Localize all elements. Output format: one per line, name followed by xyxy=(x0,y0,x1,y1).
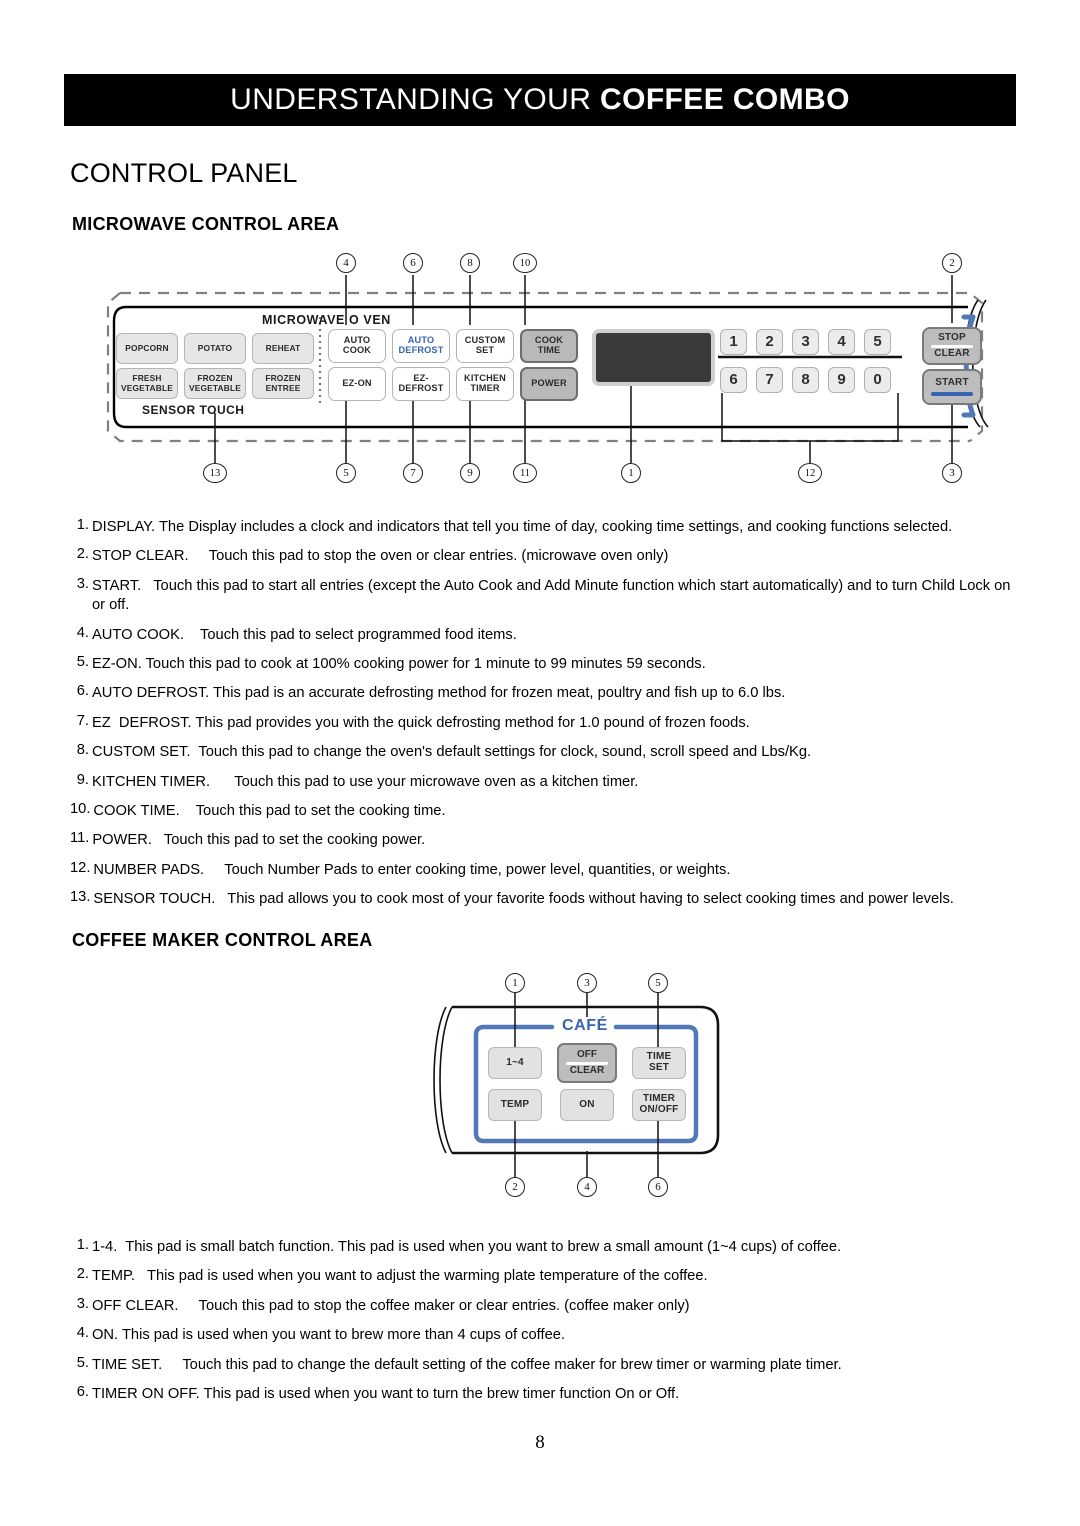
list-item: 5. TIME SET. Touch this pad to change the… xyxy=(76,1354,842,1373)
microwave-oven-panel-title: MICROWAVE O VEN xyxy=(262,313,391,327)
callout-6: 6 xyxy=(403,253,423,273)
button-custom-set[interactable]: CUSTOM SET xyxy=(456,329,514,363)
numpad-6[interactable]: 6 xyxy=(720,367,747,393)
list-item: 8. CUSTOM SET. Touch this pad to change t… xyxy=(76,742,812,761)
list-item: 2. STOP CLEAR. Touch this pad to stop the… xyxy=(76,546,669,565)
page-number: 8 xyxy=(535,1432,545,1453)
page-title: UNDERSTANDING YOUR COFFEE COMBO xyxy=(230,83,850,117)
callout-coffee-1: 1 xyxy=(505,973,525,993)
callout-9: 9 xyxy=(460,463,480,483)
list-item: 4. AUTO COOK. Touch this pad to select pr… xyxy=(76,624,517,643)
callout-7: 7 xyxy=(403,463,423,483)
list-item: 5. EZ-ON. Touch this pad to cook at 100% … xyxy=(76,654,706,673)
button-time-set[interactable]: TIME SET xyxy=(632,1047,686,1079)
button-reheat[interactable]: REHEAT xyxy=(252,333,314,364)
list-item: 6. AUTO DEFROST. This pad is an accurate … xyxy=(76,683,786,702)
button-stop-clear[interactable]: STOP CLEAR xyxy=(922,327,982,365)
section-heading-control-panel: CONTROL PANEL xyxy=(70,158,298,188)
callout-coffee-4: 4 xyxy=(577,1177,597,1197)
numpad-4[interactable]: 4 xyxy=(828,329,855,355)
numpad-1[interactable]: 1 xyxy=(720,329,747,355)
callout-10: 10 xyxy=(513,253,537,273)
cafe-brand-label: CAFÉ xyxy=(557,1017,613,1035)
list-item: 4. ON. This pad is used when you want to … xyxy=(76,1325,565,1344)
coffee-maker-control-panel-diagram: CAFÉ 1~4 OFF CLEAR. OFF CLEAR TIME SET T… xyxy=(400,955,800,1215)
numpad-5[interactable]: 5 xyxy=(864,329,891,355)
callout-1: 1 xyxy=(621,463,641,483)
microwave-control-panel-diagram: MICROWAVE O VEN POPCORN POTATO REHEAT FR… xyxy=(80,245,1000,500)
list-item: 6. TIMER ON OFF. This pad is used when yo… xyxy=(76,1384,680,1403)
coffee-feature-list: 1. 1-4. This pad is small batch function.… xyxy=(70,1237,1015,1414)
numpad-9[interactable]: 9 xyxy=(828,367,855,393)
numpad-2[interactable]: 2 xyxy=(756,329,783,355)
list-item: 1. 1-4. This pad is small batch function.… xyxy=(76,1237,842,1255)
list-item: 2. TEMP. This pad is used when you want t… xyxy=(76,1266,708,1285)
list-item: 7. EZ DEFROST. This pad provides you with… xyxy=(76,712,750,731)
callout-4: 4 xyxy=(336,253,356,273)
button-power[interactable]: POWER xyxy=(520,367,578,401)
list-item: 13. SENSOR TOUCH. This pad allows you to … xyxy=(70,889,954,908)
button-kitchen-timer[interactable]: KITCHEN TIMER xyxy=(456,367,514,401)
button-auto-defrost[interactable]: AUTO DEFROST xyxy=(392,329,450,363)
start-label: START xyxy=(935,377,969,389)
button-on[interactable]: ON xyxy=(560,1089,614,1121)
page-title-bold: COFFEE COMBO xyxy=(600,83,850,116)
button-off-clear[interactable]: OFF CLEAR. OFF CLEAR xyxy=(557,1043,617,1083)
callout-coffee-2: 2 xyxy=(505,1177,525,1197)
coffee-diagram-lines xyxy=(433,993,720,1177)
button-popcorn[interactable]: POPCORN xyxy=(116,333,178,364)
numpad-0[interactable]: 0 xyxy=(864,367,891,393)
subheading-microwave-control-area: MICROWAVE CONTROL AREA xyxy=(72,214,340,234)
list-item: 9. KITCHEN TIMER. Touch this pad to use y… xyxy=(76,771,639,790)
callout-11: 11 xyxy=(513,463,537,483)
display-screen xyxy=(592,329,715,386)
button-frozen-vegetable[interactable]: FROZEN VEGETABLE xyxy=(184,368,246,399)
subheading-coffee-maker-control-area: COFFEE MAKER CONTROL AREA xyxy=(72,930,373,950)
list-item: 10. COOK TIME. Touch this pad to set the … xyxy=(70,801,446,820)
callout-5: 5 xyxy=(336,463,356,483)
off-text: OFF xyxy=(577,1048,597,1060)
button-start[interactable]: START xyxy=(922,369,982,405)
button-small-batch-1-4[interactable]: 1~4 xyxy=(488,1047,542,1079)
sensor-touch-label: SENSOR TOUCH xyxy=(142,403,245,417)
list-item: 11. POWER. Touch this pad to set the cook… xyxy=(70,830,426,849)
start-underline xyxy=(931,391,973,396)
page-title-banner: UNDERSTANDING YOUR COFFEE COMBO xyxy=(64,74,1016,126)
microwave-feature-list: 1. DISPLAY. The Display includes a clock … xyxy=(70,517,1015,920)
list-item: 12. NUMBER PADS. Touch Number Pads to ent… xyxy=(70,859,731,878)
stop-label: STOP xyxy=(938,331,966,343)
callout-coffee-6: 6 xyxy=(648,1177,668,1197)
list-item: 3. START. Touch this pad to start all ent… xyxy=(76,575,1011,614)
button-timer-on-off[interactable]: TIMER ON/OFF xyxy=(632,1089,686,1121)
numpad-8[interactable]: 8 xyxy=(792,367,819,393)
callout-3: 3 xyxy=(942,463,962,483)
button-cook-time[interactable]: COOK TIME xyxy=(520,329,578,363)
numpad-3[interactable]: 3 xyxy=(792,329,819,355)
callout-13: 13 xyxy=(203,463,227,483)
button-temp[interactable]: TEMP xyxy=(488,1089,542,1121)
clear-text: CLEAR xyxy=(569,1064,605,1076)
callout-coffee-3: 3 xyxy=(577,973,597,993)
page-title-plain: UNDERSTANDING YOUR xyxy=(230,83,601,116)
button-potato[interactable]: POTATO xyxy=(184,333,246,364)
button-ez-on[interactable]: EZ-ON xyxy=(328,367,386,401)
button-fresh-vegetable[interactable]: FRESH VEGETABLE xyxy=(116,368,178,399)
list-item: 1. DISPLAY. The Display includes a clock … xyxy=(76,517,953,535)
button-frozen-entree[interactable]: FROZEN ENTREE xyxy=(252,368,314,399)
numpad-7[interactable]: 7 xyxy=(756,367,783,393)
callout-coffee-5: 5 xyxy=(648,973,668,993)
callout-2: 2 xyxy=(942,253,962,273)
button-auto-cook[interactable]: AUTO COOK xyxy=(328,329,386,363)
callout-12: 12 xyxy=(798,463,822,483)
clear-label: CLEAR xyxy=(934,347,970,359)
callout-8: 8 xyxy=(460,253,480,273)
button-ez-defrost[interactable]: EZ- DEFROST xyxy=(392,367,450,401)
list-item: 3. OFF CLEAR. Touch this pad to stop the … xyxy=(76,1295,690,1314)
